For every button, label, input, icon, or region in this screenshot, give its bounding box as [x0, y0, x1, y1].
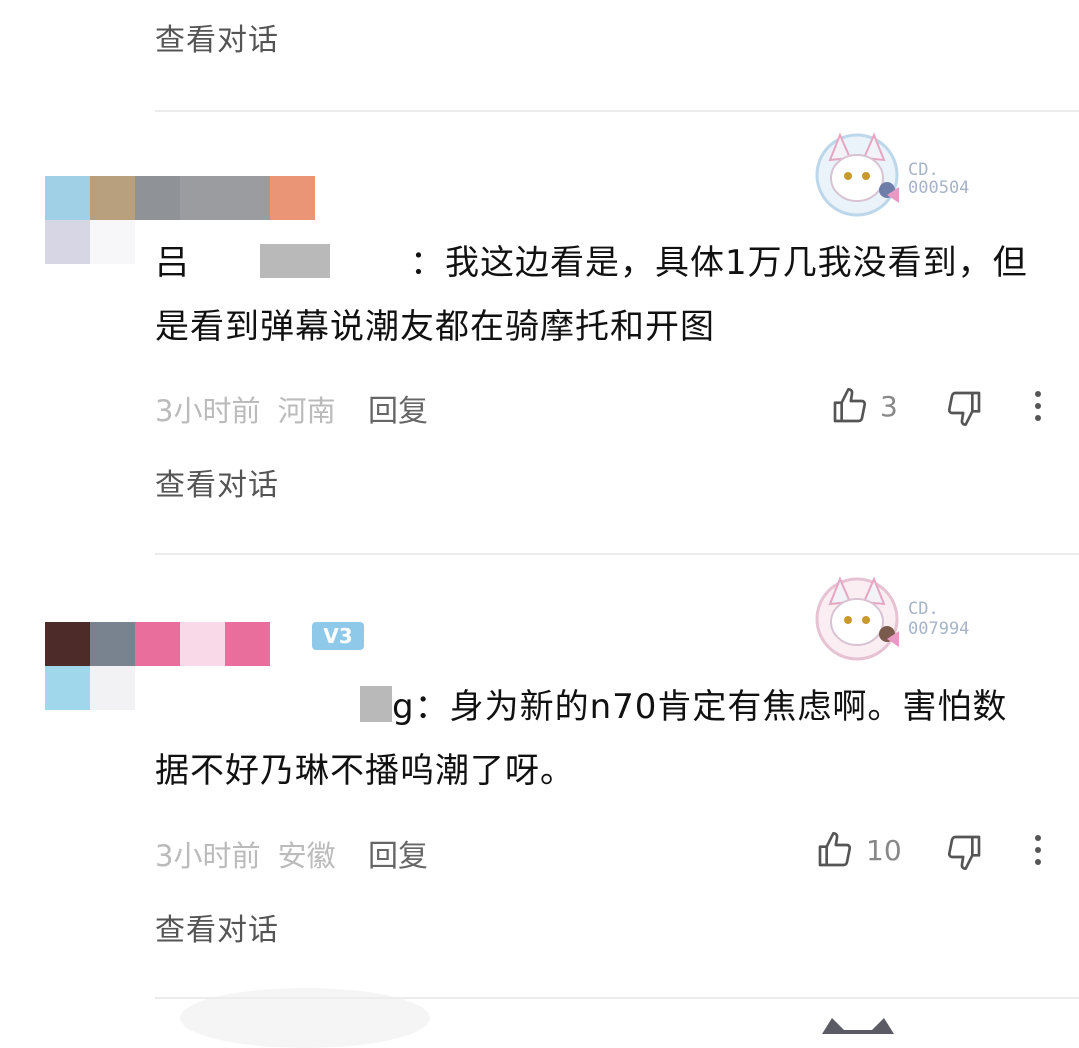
- like-count: 10: [866, 834, 902, 867]
- username[interactable]: g: [392, 687, 415, 727]
- comment-body: 吕：我这边看是，具体1万几我没看到，但是看到弹幕说潮友都在骑摩托和开图: [155, 231, 1035, 359]
- avatar-mosaic-cell: [180, 176, 225, 220]
- avatar-mosaic-cell: [225, 622, 270, 666]
- view-conversation-link[interactable]: 查看对话: [155, 905, 279, 949]
- comment-meta: 3小时前 安徽: [155, 833, 336, 875]
- avatar-mosaic-cell: [90, 176, 135, 220]
- vertical-ellipsis-icon[interactable]: [1030, 832, 1046, 868]
- view-conversation-link[interactable]: 查看对话: [155, 460, 279, 504]
- thumb-up-icon[interactable]: [830, 386, 870, 426]
- comment-meta: 3小时前 河南: [155, 388, 336, 430]
- comment-text: ：身为新的n70肯定有焦虑啊。害怕数据不好乃琳不播呜潮了呀。: [155, 687, 1008, 791]
- avatar-mosaic-cell: [45, 220, 90, 264]
- thumb-down-icon[interactable]: [944, 832, 984, 872]
- avatar-mosaic-cell: [225, 176, 270, 220]
- reply-button[interactable]: 回复: [368, 386, 428, 430]
- badge-number: 000504: [908, 178, 969, 198]
- avatar-decoration: [180, 988, 430, 1048]
- thumb-up-icon[interactable]: [815, 830, 855, 870]
- badge-label: CD.: [908, 599, 939, 619]
- comment-time: 3小时前: [155, 394, 261, 428]
- avatar-mosaic-cell: [45, 666, 90, 710]
- badge-number: 007994: [908, 619, 969, 639]
- divider: [155, 553, 1079, 555]
- avatar-mosaic-cell: [90, 666, 135, 710]
- reply-button[interactable]: 回复: [368, 831, 428, 875]
- level-badge: V3: [312, 622, 364, 650]
- username-mosaic: [360, 686, 392, 722]
- comment-time: 3小时前: [155, 839, 261, 873]
- avatar-mosaic-cell: [45, 176, 90, 220]
- avatar-mosaic-cell: [90, 220, 135, 264]
- comment-location: 河南: [277, 394, 336, 428]
- thumb-down-icon[interactable]: [944, 388, 984, 428]
- fan-medal-badge: CD. 007994: [815, 576, 969, 661]
- like-count: 3: [880, 390, 898, 423]
- avatar-mosaic-cell: [180, 622, 225, 666]
- comment-location: 安徽: [277, 839, 336, 873]
- username[interactable]: 吕: [155, 243, 190, 283]
- vertical-ellipsis-icon[interactable]: [1030, 388, 1046, 424]
- comment-body: g：身为新的n70肯定有焦虑啊。害怕数据不好乃琳不播呜潮了呀。: [155, 675, 1035, 803]
- avatar-mosaic-cell: [270, 176, 315, 220]
- divider: [155, 110, 1079, 112]
- view-conversation-link[interactable]: 查看对话: [155, 15, 279, 59]
- avatar-mosaic-cell: [90, 622, 135, 666]
- username-mosaic: [260, 244, 330, 278]
- avatar-mosaic-cell: [45, 622, 90, 666]
- avatar-mosaic-cell: [135, 176, 180, 220]
- fan-medal-badge: [822, 1018, 894, 1034]
- avatar-mosaic-cell: [270, 622, 315, 666]
- avatar-mosaic-cell: [135, 622, 180, 666]
- badge-label: CD.: [908, 160, 939, 180]
- fan-medal-badge: CD. 000504: [815, 132, 969, 217]
